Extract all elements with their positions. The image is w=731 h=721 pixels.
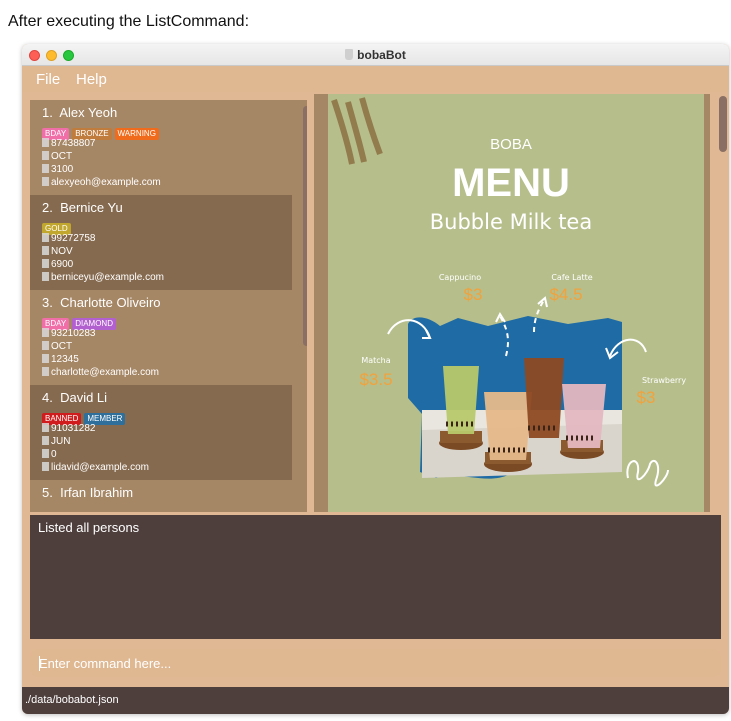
boba-menu-artwork: BOBA MENU Bubble Milk tea Cappucino $3 C… (331, 97, 686, 487)
menu-item-name: Cappucino (439, 273, 481, 282)
person-name: 4. David Li (42, 390, 108, 405)
image-panel: BOBA MENU Bubble Milk tea Cappucino $3 C… (314, 94, 710, 512)
cake-icon (42, 436, 49, 445)
menu-item-price: $3 (464, 285, 483, 304)
menu-item-price: $3.5 (359, 370, 392, 389)
person-name: 2. Bernice Yu (42, 200, 123, 215)
person-card[interactable]: 5. Irfan Ibrahim (30, 480, 292, 512)
points-row: 12345 (42, 353, 292, 366)
points-row: 3100 (42, 163, 292, 176)
birthday-row: NOV (42, 245, 292, 258)
menu-subtitle: Bubble Milk tea (430, 210, 592, 234)
cake-icon (42, 341, 49, 350)
tag-list: GOLD (42, 218, 292, 235)
tag-list: BDAY DIAMOND (42, 313, 292, 330)
person-list[interactable]: 1. Alex Yeoh BDAY BRONZE WARNING 87438807 … (30, 100, 307, 512)
email-row: charlotte@example.com (42, 366, 292, 379)
phone-row: 87438807 (42, 137, 292, 150)
phone-icon (42, 233, 49, 242)
menu-item-name: Strawberry (642, 376, 686, 385)
tag-badge: WARNING (114, 128, 159, 140)
app-window: bobaBot File Help 1. Alex Yeoh BDAY BRONZ… (22, 44, 729, 714)
points-row: 0 (42, 448, 292, 461)
result-display: Listed all persons (30, 515, 721, 639)
email-row: alexyeoh@example.com (42, 176, 292, 189)
person-card[interactable]: 4. David Li BANNED MEMBER 91031282 JUN 0 … (30, 385, 292, 480)
mail-icon (42, 462, 49, 471)
person-list-scrollbar[interactable] (303, 106, 307, 346)
image-panel-scrollbar[interactable] (719, 96, 727, 152)
window-title: bobaBot (22, 48, 729, 62)
gift-icon (42, 259, 49, 268)
points-row: 6900 (42, 258, 292, 271)
text-caret (39, 656, 40, 671)
cake-icon (42, 151, 49, 160)
person-name: 1. Alex Yeoh (42, 105, 118, 120)
person-card[interactable]: 2. Bernice Yu GOLD 99272758 NOV 6900 ber… (30, 195, 292, 290)
person-card[interactable]: 1. Alex Yeoh BDAY BRONZE WARNING 87438807 … (30, 100, 292, 195)
person-name: 5. Irfan Ibrahim (42, 485, 134, 500)
menu-brand: BOBA (490, 136, 532, 153)
menu-bar: File Help (22, 66, 729, 92)
tag-list: BDAY BRONZE WARNING (42, 123, 292, 140)
phone-icon (42, 423, 49, 432)
menu-item-price: $3 (637, 388, 656, 407)
menu-item-price: $4.5 (549, 285, 582, 304)
phone-row: 91031282 (42, 422, 292, 435)
boba-cup-icon (345, 49, 354, 60)
menu-file[interactable]: File (36, 71, 60, 88)
status-bar: ./data/bobabot.json (22, 687, 729, 714)
phone-row: 99272758 (42, 232, 292, 245)
birthday-row: OCT (42, 340, 292, 353)
menu-item-name: Matcha (361, 356, 390, 365)
person-card[interactable]: 3. Charlotte Oliveiro BDAY DIAMOND 932102… (30, 290, 292, 385)
boba-menu-image: BOBA MENU Bubble Milk tea Cappucino $3 C… (328, 94, 704, 512)
email-row: berniceyu@example.com (42, 271, 292, 284)
mail-icon (42, 367, 49, 376)
mail-icon (42, 272, 49, 281)
cake-icon (42, 246, 49, 255)
phone-icon (42, 328, 49, 337)
phone-row: 93210283 (42, 327, 292, 340)
menu-title: MENU (452, 161, 570, 205)
save-file-path: ./data/bobabot.json (25, 694, 119, 706)
phone-icon (42, 138, 49, 147)
menu-item-name: Cafe Latte (551, 273, 592, 282)
command-box[interactable] (30, 649, 721, 677)
gift-icon (42, 164, 49, 173)
person-name: 3. Charlotte Oliveiro (42, 295, 161, 310)
result-text: Listed all persons (38, 520, 140, 535)
menu-help[interactable]: Help (76, 71, 107, 88)
birthday-row: JUN (42, 435, 292, 448)
tag-list: BANNED MEMBER (42, 408, 292, 425)
command-input[interactable] (30, 649, 721, 677)
mail-icon (42, 177, 49, 186)
caption: After executing the ListCommand: (8, 13, 250, 30)
gift-icon (42, 354, 49, 363)
email-row: lidavid@example.com (42, 461, 292, 474)
birthday-row: OCT (42, 150, 292, 163)
gift-icon (42, 449, 49, 458)
title-bar: bobaBot (22, 44, 729, 66)
